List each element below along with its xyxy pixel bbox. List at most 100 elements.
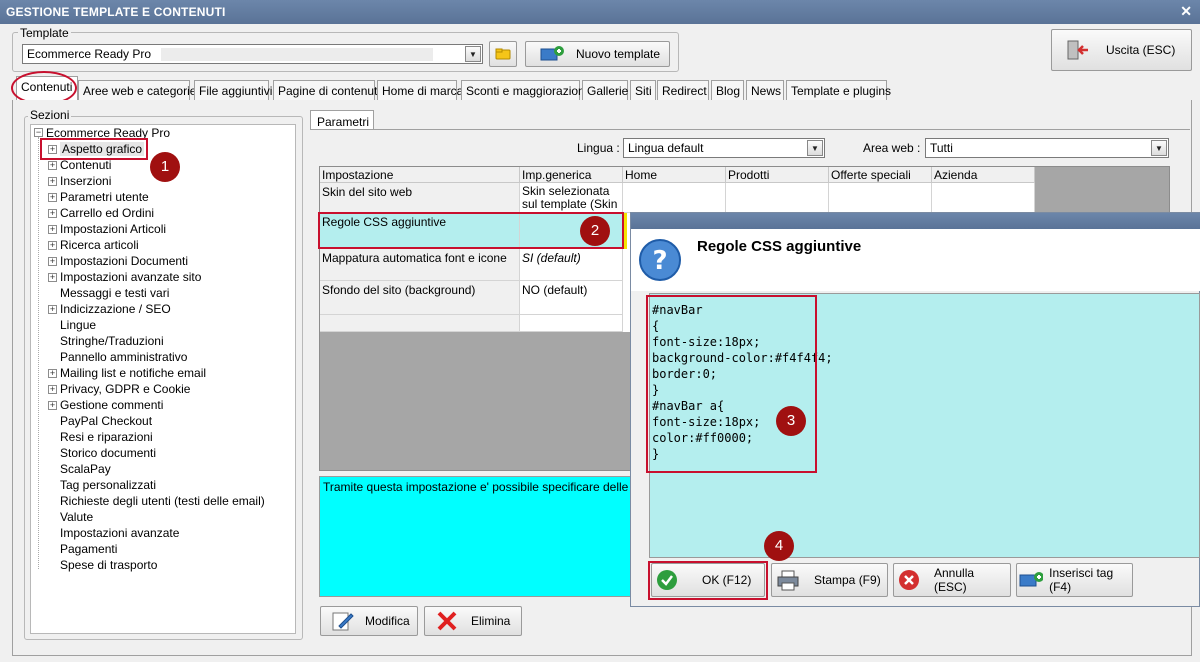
tab-news[interactable]: News xyxy=(746,80,784,100)
expand-icon[interactable]: + xyxy=(48,257,57,266)
cancel-button[interactable]: Annulla (ESC) xyxy=(893,563,1011,597)
cancel-icon xyxy=(899,570,919,590)
area-web-label: Area web : xyxy=(863,141,921,155)
tree-item[interactable]: Stringhe/Traduzioni xyxy=(60,334,164,348)
tree-item[interactable]: Messaggi e testi vari xyxy=(60,286,169,300)
expand-icon[interactable]: + xyxy=(48,401,57,410)
new-template-button[interactable]: Nuovo template xyxy=(525,41,670,67)
step-badge-4: 4 xyxy=(764,531,794,561)
chevron-down-icon[interactable]: ▼ xyxy=(465,46,481,62)
table-cell xyxy=(320,315,520,332)
highlight-code xyxy=(646,295,817,473)
col-header: Azienda xyxy=(932,167,1035,183)
col-header: Prodotti xyxy=(726,167,829,183)
collapse-icon[interactable]: − xyxy=(34,128,43,137)
table-cell[interactable] xyxy=(932,183,1035,213)
area-web-select[interactable]: Tutti ▼ xyxy=(925,138,1169,158)
sections-label: Sezioni xyxy=(28,108,72,122)
tree-line xyxy=(38,137,39,569)
add-template-icon xyxy=(540,46,564,61)
tree-item[interactable]: Pagamenti xyxy=(60,542,117,556)
tab-parametri[interactable]: Parametri xyxy=(310,110,374,130)
print-button[interactable]: Stampa (F9) xyxy=(771,563,888,597)
tree-item[interactable]: Privacy, GDPR e Cookie xyxy=(60,382,190,396)
insert-tag-icon xyxy=(1019,572,1044,587)
tab-file-aggiuntivi[interactable]: File aggiuntivi xyxy=(194,80,272,100)
tab-sconti[interactable]: Sconti e maggiorazioni xyxy=(461,80,587,100)
tab-blog[interactable]: Blog xyxy=(711,80,744,100)
expand-icon[interactable]: + xyxy=(48,305,57,314)
close-icon[interactable]: ✕ xyxy=(1180,3,1192,20)
table-row-setting[interactable]: Sfondo del sito (background) xyxy=(320,281,520,315)
expand-icon[interactable]: + xyxy=(48,161,57,170)
tree-item[interactable]: Gestione commenti xyxy=(60,398,163,412)
tree-item[interactable]: Mailing list e notifiche email xyxy=(60,366,206,380)
window-title-bar: GESTIONE TEMPLATE E CONTENUTI xyxy=(0,0,1200,24)
expand-icon[interactable]: + xyxy=(48,241,57,250)
open-template-button[interactable] xyxy=(489,41,517,67)
tab-aree-web[interactable]: Aree web e categorie xyxy=(78,80,196,100)
table-row-setting[interactable]: Mappatura automatica font e icone xyxy=(320,249,520,281)
tree-item[interactable]: Impostazioni Articoli xyxy=(60,222,166,236)
col-header: Impostazione xyxy=(320,167,520,183)
table-cell[interactable] xyxy=(829,183,932,213)
tree-item[interactable]: Impostazioni Documenti xyxy=(60,254,188,268)
tree-item[interactable]: Storico documenti xyxy=(60,446,156,460)
table-row-generic[interactable]: NO (default) xyxy=(520,281,623,315)
expand-icon[interactable]: + xyxy=(48,209,57,218)
param-tab-line xyxy=(310,129,1190,130)
highlight-css-row xyxy=(318,212,624,249)
delete-button[interactable]: Elimina xyxy=(424,606,522,636)
tree-item[interactable]: Impostazioni avanzate sito xyxy=(60,270,201,284)
tab-gallerie[interactable]: Gallerie xyxy=(582,80,628,100)
step-badge-3: 3 xyxy=(776,406,806,436)
tree-item[interactable]: Inserzioni xyxy=(60,174,111,188)
expand-icon[interactable]: + xyxy=(48,225,57,234)
tree-item[interactable]: Valute xyxy=(60,510,93,524)
modify-button[interactable]: Modifica xyxy=(320,606,418,636)
tree-item[interactable]: Carrello ed Ordini xyxy=(60,206,154,220)
tree-item[interactable]: Pannello amministrativo xyxy=(60,350,187,364)
tree-item[interactable]: ScalaPay xyxy=(60,462,111,476)
tree-item[interactable]: Richieste degli utenti (testi delle emai… xyxy=(60,494,265,508)
table-cell[interactable] xyxy=(726,183,829,213)
table-cell[interactable] xyxy=(623,183,726,213)
tree-item[interactable]: Tag personalizzati xyxy=(60,478,156,492)
tree-item[interactable]: Lingue xyxy=(60,318,96,332)
expand-icon[interactable]: + xyxy=(48,177,57,186)
svg-text:?: ? xyxy=(652,246,667,276)
tree-item[interactable]: Impostazioni avanzate xyxy=(60,526,179,540)
tree-item[interactable]: Contenuti xyxy=(60,158,111,172)
exit-button[interactable]: Uscita (ESC) xyxy=(1051,29,1192,71)
step-badge-2: 2 xyxy=(580,216,610,246)
col-header: Imp.generica xyxy=(520,167,623,183)
template-select[interactable]: Ecommerce Ready Pro ▼ xyxy=(22,44,483,64)
expand-icon[interactable]: + xyxy=(48,273,57,282)
folder-icon xyxy=(495,48,511,60)
tab-siti[interactable]: Siti xyxy=(630,80,656,100)
table-row-setting[interactable]: Skin del sito web xyxy=(320,183,520,213)
insert-tag-button[interactable]: Inserisci tag (F4) xyxy=(1016,563,1133,597)
tree-item[interactable]: Resi e riparazioni xyxy=(60,430,153,444)
delete-x-icon xyxy=(437,611,457,631)
tab-template-plugins[interactable]: Template e plugins xyxy=(786,80,891,100)
lingua-select[interactable]: Lingua default ▼ xyxy=(623,138,825,158)
chevron-down-icon[interactable]: ▼ xyxy=(807,140,823,156)
question-icon: ? xyxy=(639,239,681,281)
expand-icon[interactable]: + xyxy=(48,385,57,394)
chevron-down-icon[interactable]: ▼ xyxy=(1151,140,1167,156)
expand-icon[interactable]: + xyxy=(48,369,57,378)
tab-redirect[interactable]: Redirect xyxy=(657,80,709,100)
step-badge-1: 1 xyxy=(150,152,180,182)
tab-pagine-contenuti[interactable]: Pagine di contenuti xyxy=(273,80,380,100)
dialog-title: Regole CSS aggiuntive xyxy=(697,238,862,255)
table-row-generic[interactable]: Skin selezionata sul template (Skin ba… xyxy=(520,183,623,213)
tree-item[interactable]: Indicizzazione / SEO xyxy=(60,302,171,316)
expand-icon[interactable]: + xyxy=(48,193,57,202)
tree-item[interactable]: Parametri utente xyxy=(60,190,149,204)
tree-item[interactable]: Spese di trasporto xyxy=(60,558,157,572)
tree-item[interactable]: Ricerca articoli xyxy=(60,238,139,252)
tree-item[interactable]: PayPal Checkout xyxy=(60,414,152,428)
tab-home-marca[interactable]: Home di marca xyxy=(377,80,463,100)
table-row-generic[interactable]: SI (default) xyxy=(520,249,623,281)
